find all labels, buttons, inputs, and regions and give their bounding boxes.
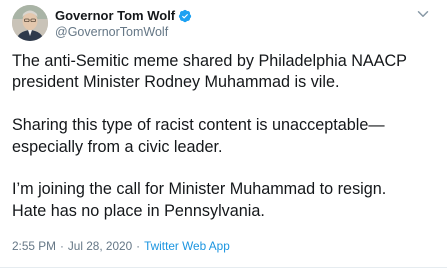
tweet-time[interactable]: 2:55 PM [12,239,56,253]
tweet-text: The anti-Semitic meme shared by Philadel… [12,51,437,222]
tweet-line: president Minister Rodney Muhammad is vi… [12,73,340,92]
chevron-down-icon[interactable] [414,5,432,23]
tweet-line: The anti-Semitic meme shared by Philadel… [12,52,407,70]
tweet-date[interactable]: Jul 28, 2020 [68,239,132,253]
tweet-source-link[interactable]: Twitter Web App [144,239,230,253]
tweet-paragraph: I’m joining the call for Minister Muhamm… [12,179,437,222]
meta-separator: · [136,239,141,253]
tweet-paragraph: The anti-Semitic meme shared by Philadel… [12,51,437,94]
tweet-line: Hate has no place in Pennsylvania. [12,201,265,220]
verified-badge-icon [179,9,192,22]
tweet-card: Governor Tom Wolf @GovernorTomWolf The a… [0,0,447,268]
tweet-line: especially from a civic leader. [12,137,223,156]
display-name[interactable]: Governor Tom Wolf [55,8,175,23]
display-name-row: Governor Tom Wolf [55,7,192,24]
tweet-paragraph: Sharing this type of racist content is u… [12,115,437,158]
tweet-line: I’m joining the call for Minister Muhamm… [12,180,387,199]
meta-separator: · [59,239,64,253]
tweet-header: Governor Tom Wolf @GovernorTomWolf [12,5,432,41]
author-handle[interactable]: @GovernorTomWolf [55,25,192,39]
avatar[interactable] [12,5,48,41]
tweet-line: Sharing this type of racist content is u… [12,116,385,135]
tweet-meta: 2:55 PM · Jul 28, 2020 · Twitter Web App [12,239,230,253]
avatar-photo-icon [12,5,48,41]
author-names: Governor Tom Wolf @GovernorTomWolf [55,7,192,39]
